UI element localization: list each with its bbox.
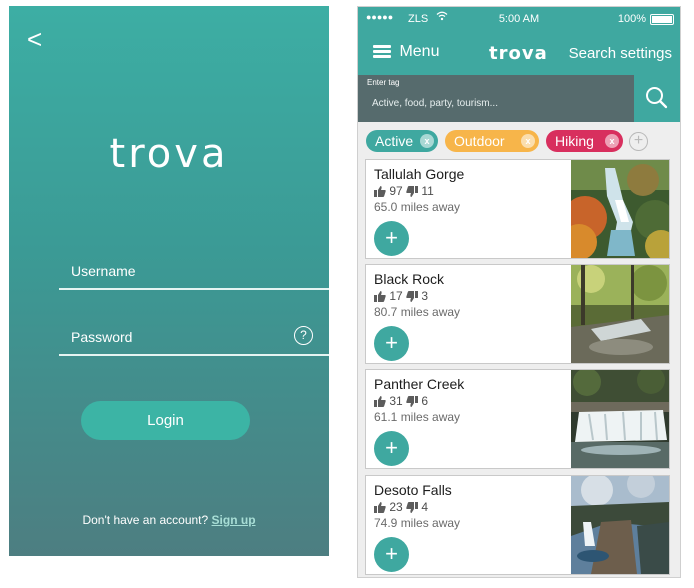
- vote-counts: 31 6: [374, 394, 428, 408]
- place-name: Panther Creek: [374, 376, 465, 392]
- add-place-button[interactable]: +: [374, 537, 409, 572]
- tag-search-bar: Enter tag: [358, 75, 680, 122]
- remove-tag-icon[interactable]: x: [605, 134, 619, 148]
- help-icon[interactable]: ?: [294, 326, 313, 345]
- username-field[interactable]: Username: [59, 254, 329, 290]
- login-screen: < trova Username Password ? Login Don't …: [9, 6, 329, 556]
- place-photo: [571, 265, 669, 363]
- place-name: Desoto Falls: [374, 482, 452, 498]
- place-photo: [571, 370, 669, 468]
- upvote-count: 17: [389, 289, 403, 303]
- remove-tag-icon[interactable]: x: [521, 134, 535, 148]
- result-card[interactable]: Black Rock 17 3 80.7 miles away +: [365, 264, 670, 364]
- battery-percent: 100%: [617, 13, 646, 25]
- upvote-count: 97: [389, 184, 403, 198]
- downvote-count: 6: [421, 394, 429, 408]
- result-card[interactable]: Tallulah Gorge 97 11 65.0 miles away +: [365, 159, 670, 259]
- add-place-button[interactable]: +: [374, 431, 409, 466]
- tag-hiking[interactable]: Hiking x: [546, 130, 623, 152]
- place-name: Tallulah Gorge: [374, 166, 465, 182]
- login-button[interactable]: Login: [81, 401, 250, 440]
- battery-icon: [650, 14, 674, 25]
- distance: 61.1 miles away: [374, 410, 461, 424]
- password-label: Password: [71, 329, 133, 345]
- search-button[interactable]: [634, 75, 680, 122]
- place-name: Black Rock: [374, 271, 445, 287]
- nav-bar: Menu trova Search settings: [358, 31, 680, 75]
- status-bar: ●●●●● ZLS 5:00 AM 100%: [358, 7, 680, 31]
- result-card[interactable]: Panther Creek 31 6 61.1 miles away +: [365, 369, 670, 469]
- signup-text: Don't have an account?: [82, 513, 209, 527]
- results-screen: ●●●●● ZLS 5:00 AM 100% Menu trova Search…: [357, 6, 681, 578]
- downvote-count: 3: [421, 289, 429, 303]
- tag-outdoor[interactable]: Outdoor x: [445, 130, 539, 152]
- downvote-count: 11: [421, 184, 434, 198]
- password-field[interactable]: Password ?: [59, 320, 329, 356]
- enter-tag-label: Enter tag: [367, 78, 400, 87]
- thumbs-down-icon: [406, 502, 419, 513]
- tag-search-input[interactable]: [364, 91, 624, 115]
- place-photo: [571, 476, 669, 574]
- back-button[interactable]: <: [27, 26, 42, 52]
- thumbs-up-icon: [374, 186, 386, 197]
- place-photo: [571, 160, 669, 258]
- distance: 65.0 miles away: [374, 200, 461, 214]
- remove-tag-icon[interactable]: x: [420, 134, 434, 148]
- vote-counts: 97 11: [374, 184, 434, 198]
- tag-active[interactable]: Active x: [366, 130, 438, 152]
- result-card[interactable]: Desoto Falls 23 4 74.9 miles away +: [365, 475, 670, 575]
- upvote-count: 23: [389, 500, 403, 514]
- add-tag-button[interactable]: +: [629, 132, 648, 151]
- vote-counts: 23 4: [374, 500, 428, 514]
- signup-prompt: Don't have an account? Sign up: [9, 513, 329, 527]
- distance: 80.7 miles away: [374, 305, 461, 319]
- upvote-count: 31: [389, 394, 403, 408]
- brand-logo: trova: [489, 43, 548, 64]
- distance: 74.9 miles away: [374, 516, 461, 530]
- app-logo: trova: [109, 131, 229, 177]
- tag-label: Outdoor: [454, 133, 505, 149]
- thumbs-down-icon: [406, 396, 419, 407]
- thumbs-down-icon: [406, 186, 419, 197]
- thumbs-down-icon: [406, 291, 419, 302]
- hamburger-icon: [373, 43, 391, 60]
- menu-label: Menu: [399, 43, 440, 60]
- vote-counts: 17 3: [374, 289, 428, 303]
- add-place-button[interactable]: +: [374, 326, 409, 361]
- thumbs-up-icon: [374, 502, 386, 513]
- username-label: Username: [71, 263, 136, 279]
- signup-link[interactable]: Sign up: [212, 513, 256, 527]
- search-icon: [646, 87, 668, 109]
- add-place-button[interactable]: +: [374, 221, 409, 256]
- menu-button[interactable]: Menu: [373, 43, 439, 61]
- thumbs-up-icon: [374, 291, 386, 302]
- search-settings-button[interactable]: Search settings: [569, 45, 672, 62]
- thumbs-up-icon: [374, 396, 386, 407]
- downvote-count: 4: [421, 500, 429, 514]
- tag-label: Hiking: [555, 133, 594, 149]
- tag-label: Active: [375, 133, 414, 149]
